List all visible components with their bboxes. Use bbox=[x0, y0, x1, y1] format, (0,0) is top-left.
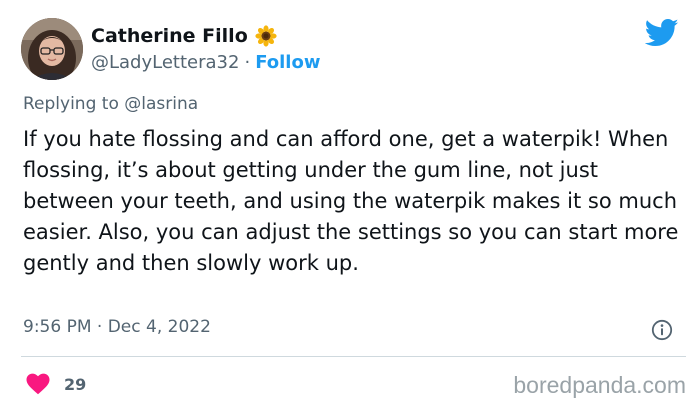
author-name-row: Catherine Fillo bbox=[91, 22, 277, 50]
sunflower-icon bbox=[255, 25, 277, 47]
author-handle[interactable]: @LadyLettera32 bbox=[91, 52, 239, 73]
author-avatar[interactable] bbox=[21, 18, 83, 80]
avatar-photo bbox=[21, 18, 83, 80]
tweet-date: Dec 4, 2022 bbox=[107, 317, 211, 337]
handle-separator: · bbox=[244, 51, 251, 73]
heart-icon bbox=[26, 373, 50, 395]
tweet-timestamp[interactable]: 9:56 PM · Dec 4, 2022 bbox=[23, 317, 211, 337]
author-handle-row: @LadyLettera32 · Follow bbox=[91, 49, 320, 75]
tweet-text: If you hate flossing and can afford one,… bbox=[23, 127, 679, 275]
info-icon[interactable] bbox=[651, 319, 673, 341]
source-watermark: boredpanda.com bbox=[513, 372, 686, 398]
replying-to-line: Replying to @lasrina bbox=[23, 94, 198, 114]
replying-to-label: Replying to bbox=[23, 94, 119, 114]
follow-button[interactable]: Follow bbox=[255, 52, 320, 73]
author-display-name[interactable]: Catherine Fillo bbox=[91, 25, 248, 47]
tweet-time: 9:56 PM bbox=[23, 317, 92, 337]
divider bbox=[21, 356, 686, 357]
timestamp-separator: · bbox=[96, 317, 103, 337]
like-button[interactable]: 29 bbox=[26, 371, 86, 397]
like-count: 29 bbox=[64, 374, 87, 394]
reply-handle-link[interactable]: @lasrina bbox=[124, 94, 198, 114]
twitter-bird-icon[interactable] bbox=[645, 18, 679, 48]
